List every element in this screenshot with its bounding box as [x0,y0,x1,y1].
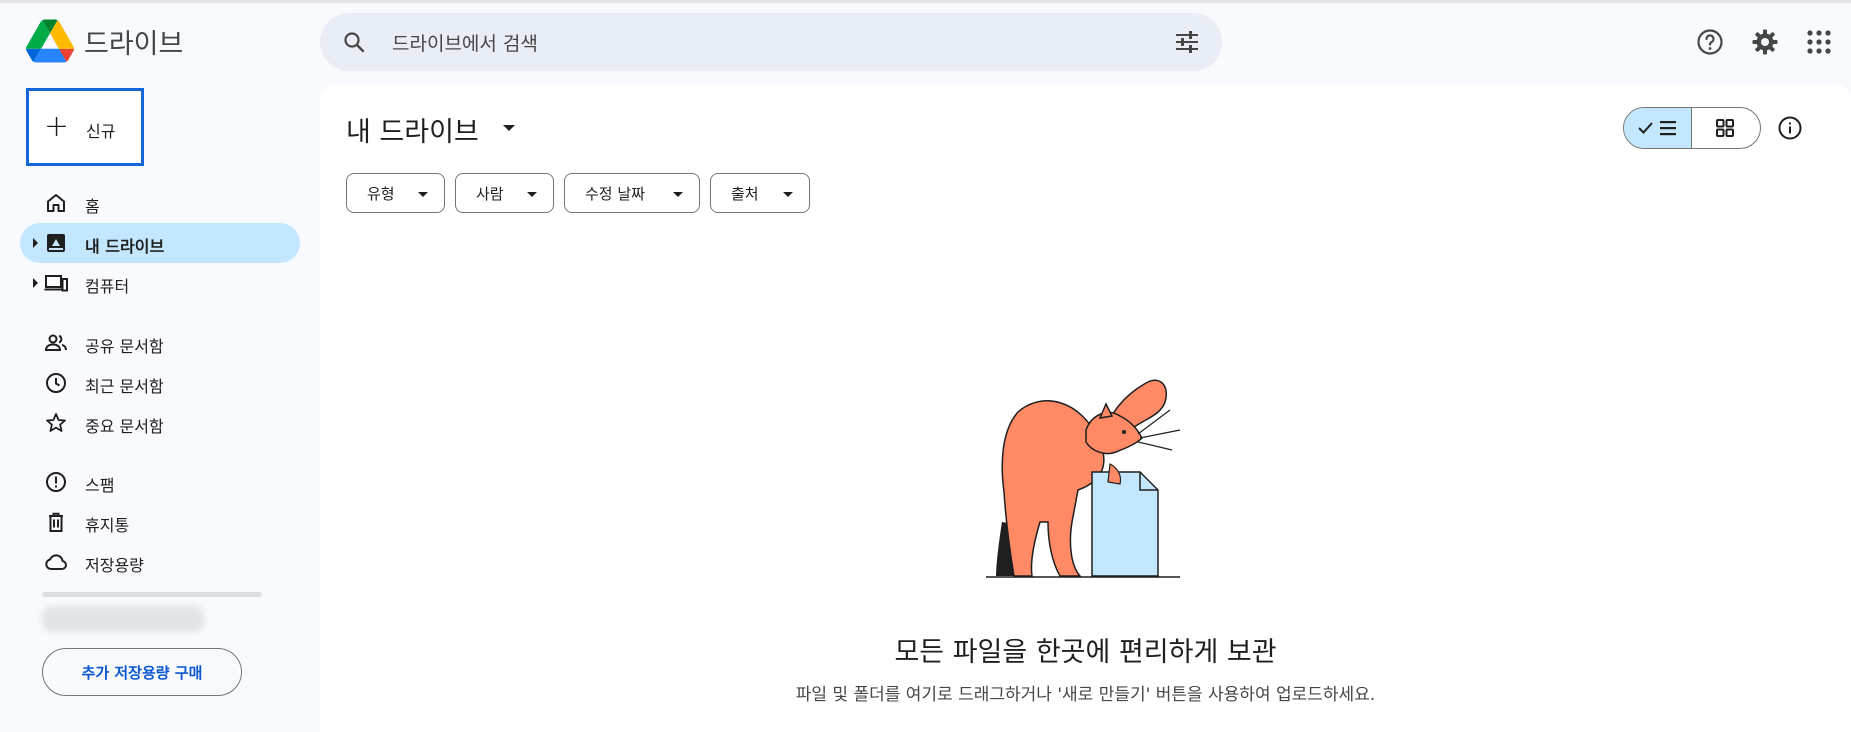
filter-label: 출처 [731,185,759,203]
sidebar-item-label: 중요 문서함 [85,417,164,436]
search-icon[interactable] [342,30,366,54]
filter-type-chip[interactable]: 유형 [346,173,445,213]
buy-storage-button[interactable]: 추가 저장용량 구매 [42,648,242,696]
expand-arrow-icon[interactable] [33,278,38,288]
search-bar[interactable]: 드라이브에서 검색 [320,13,1222,71]
dropdown-arrow-icon [783,192,793,197]
search-input[interactable]: 드라이브에서 검색 [392,29,538,56]
apps-grid-icon[interactable] [1805,28,1833,56]
sidebar-item-trash[interactable]: 휴지통 [20,502,300,542]
top-border [0,0,1851,3]
sidebar-item-home[interactable]: 홈 [20,183,300,223]
grid-view-button[interactable] [1692,108,1760,148]
sidebar-item-starred[interactable]: 중요 문서함 [20,403,300,443]
filter-label: 사람 [476,185,504,203]
home-icon [47,194,65,212]
new-button[interactable]: + 신규 [26,88,144,166]
search-options-icon[interactable] [1174,30,1200,54]
clock-icon [46,373,66,393]
sidebar-item-label: 컴퓨터 [85,277,130,296]
sidebar-item-shared[interactable]: 공유 문서함 [20,323,300,363]
dropdown-arrow-icon [527,192,537,197]
plus-icon: + [44,109,70,144]
sidebar-item-my-drive[interactable]: 내 드라이브 [20,223,300,263]
cloud-icon [45,554,67,570]
sidebar-item-label: 휴지통 [85,516,130,535]
sidebar-item-storage[interactable]: 저장용량 [20,542,300,582]
buy-storage-label: 추가 저장용량 구매 [81,664,203,682]
people-icon [44,334,67,351]
app-title[interactable]: 드라이브 [84,22,183,61]
dropdown-arrow-icon [673,192,683,197]
star-icon [46,413,66,432]
settings-gear-icon[interactable] [1751,28,1779,56]
sidebar-item-label: 내 드라이브 [85,237,165,256]
empty-state-title: 모든 파일을 한곳에 편리하게 보관 [894,637,1277,668]
drive-logo-icon[interactable] [26,19,74,63]
sidebar-item-recent[interactable]: 최근 문서함 [20,363,300,403]
trash-icon [49,512,63,532]
filter-label: 유형 [367,185,395,203]
view-toggle[interactable] [1623,107,1761,149]
sidebar-item-computers[interactable]: 컴퓨터 [20,263,300,303]
sidebar-item-label: 스팸 [85,476,115,495]
computer-icon [44,275,68,292]
sidebar-item-spam[interactable]: 스팸 [20,462,300,502]
new-button-label: 신규 [86,122,116,141]
storage-usage-bar [42,592,262,597]
expand-arrow-icon[interactable] [33,238,38,248]
list-view-icon [1638,121,1676,136]
storage-usage-text [42,606,204,632]
title-dropdown-icon[interactable] [503,125,515,131]
help-icon[interactable] [1696,28,1724,56]
sidebar-item-label: 홈 [85,197,100,216]
filter-label: 수정 날짜 [585,185,645,203]
cat-with-file-illustration [986,379,1181,578]
list-view-button[interactable] [1624,108,1692,148]
dropdown-arrow-icon [418,192,428,197]
filter-modified-chip[interactable]: 수정 날짜 [564,173,700,213]
empty-state-subtitle: 파일 및 폴더를 여기로 드래그하거나 '새로 만들기' 버튼을 사용하여 업로… [795,685,1376,705]
spam-icon [46,472,66,492]
sidebar-item-label: 저장용량 [85,556,144,575]
grid-view-icon [1716,119,1734,137]
my-drive-icon [47,234,65,252]
sidebar-item-label: 공유 문서함 [85,337,164,356]
filter-source-chip[interactable]: 출처 [710,173,810,213]
sidebar-item-label: 최근 문서함 [85,377,164,396]
info-icon[interactable] [1777,115,1803,141]
page-title[interactable]: 내 드라이브 [346,110,479,149]
filter-people-chip[interactable]: 사람 [455,173,554,213]
